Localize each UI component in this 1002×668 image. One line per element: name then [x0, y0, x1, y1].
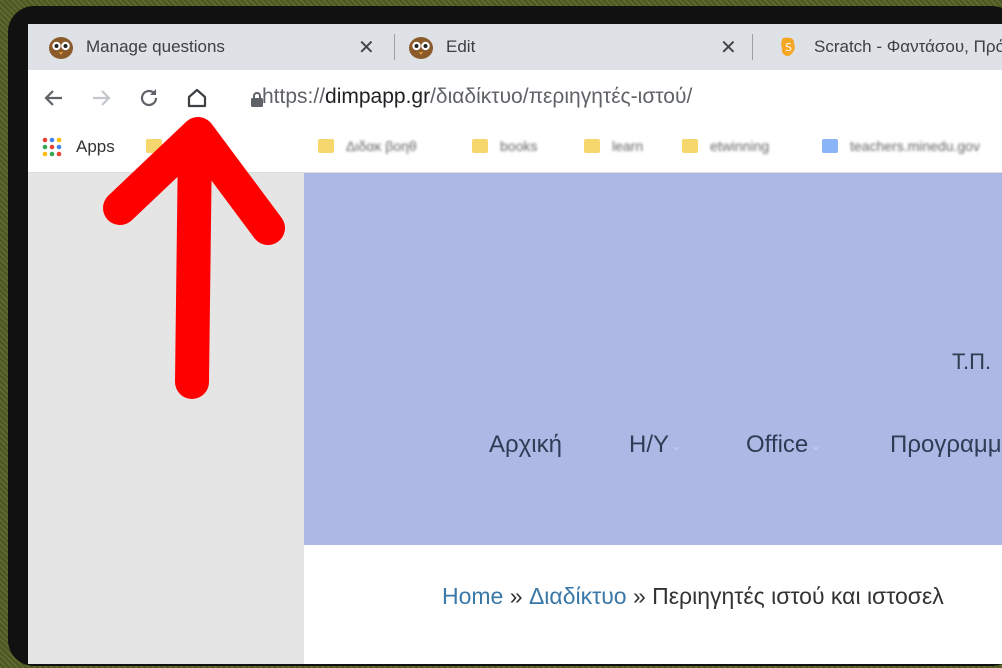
tab-manage-questions[interactable]: Manage questions ✕ [28, 24, 388, 70]
folder-icon [318, 139, 334, 153]
tab-separator [752, 34, 753, 60]
breadcrumb: Home » Διαδίκτυο » Περιηγητές ιστού και … [442, 583, 944, 610]
breadcrumb-section-link[interactable]: Διαδίκτυο [529, 583, 627, 609]
apps-grid-icon [42, 137, 62, 157]
forward-arrow-icon[interactable] [85, 82, 117, 114]
owl-icon [48, 34, 74, 60]
bookmark-label: 2.0 tools [174, 138, 227, 154]
device-frame: Manage questions ✕ Edit ✕ S Scratch - Φα… [8, 6, 1002, 666]
breadcrumb-separator: » [509, 583, 523, 609]
site-icon [822, 139, 838, 153]
tab-strip: Manage questions ✕ Edit ✕ S Scratch - Φα… [28, 24, 1002, 70]
nav-label: Office [746, 431, 809, 458]
bookmark-label: etwinning [710, 138, 770, 154]
folder-icon [472, 139, 488, 153]
page-content: Τ.Π. Αρχική Η/Υ ⌄ Office ⌄ Προγραμμ Home »… [28, 173, 1002, 664]
bookmark-folder[interactable]: Διδακ βοηθ [318, 138, 417, 154]
nav-item-programming[interactable]: Προγραμμ [890, 431, 1002, 459]
home-icon[interactable] [181, 82, 213, 114]
tab-title: Manage questions [86, 37, 225, 56]
bookmark-folder[interactable]: learn [584, 138, 643, 154]
folder-icon [584, 139, 600, 153]
folder-icon [146, 139, 162, 153]
tab-title: Edit [446, 37, 476, 56]
bookmark-label: Διδακ βοηθ [346, 138, 417, 154]
owl-icon [408, 34, 434, 60]
browser-window: Manage questions ✕ Edit ✕ S Scratch - Φα… [28, 24, 1002, 664]
chevron-down-icon: ⌄ [810, 437, 822, 453]
bookmark-folder[interactable]: 2.0 tools [146, 138, 227, 154]
breadcrumb-home-link[interactable]: Home [442, 583, 503, 609]
back-arrow-icon[interactable] [38, 82, 70, 114]
breadcrumb-current: Περιηγητές ιστού και ιστοσελ [652, 583, 944, 609]
tab-close-icon[interactable]: ✕ [358, 35, 375, 59]
left-sidebar [28, 173, 304, 664]
nav-item-home[interactable]: Αρχική [489, 431, 562, 459]
site-title: Τ.Π. [952, 349, 992, 374]
breadcrumb-separator: » [632, 583, 646, 609]
nav-label: Η/Υ [629, 431, 670, 458]
bookmark-label: teachers.minedu.gov [850, 138, 980, 154]
svg-text:S: S [785, 41, 792, 54]
address-bar[interactable]: https://dimpapp.gr/διαδίκτυο/περιηγητές-… [262, 85, 692, 109]
bookmark-apps[interactable]: Apps [42, 137, 115, 157]
browser-toolbar: https://dimpapp.gr/διαδίκτυο/περιηγητές-… [28, 70, 1002, 126]
url-path: /διαδίκτυο/περιηγητές-ιστού/ [430, 85, 693, 108]
site-header: Τ.Π. Αρχική Η/Υ ⌄ Office ⌄ Προγραμμ [304, 173, 1002, 545]
bookmark-folder[interactable]: books [472, 138, 537, 154]
chevron-down-icon: ⌄ [671, 437, 682, 453]
tab-edit[interactable]: Edit ✕ [388, 24, 758, 70]
url-host: dimpapp.gr [325, 85, 431, 108]
nav-label: Αρχική [489, 431, 562, 458]
bookmark-label: books [500, 138, 538, 154]
nav-item-office[interactable]: Office ⌄ [746, 431, 821, 459]
nav-item-computer[interactable]: Η/Υ ⌄ [629, 431, 682, 459]
bookmark-label: learn [612, 138, 644, 154]
url-scheme: https:// [262, 85, 326, 108]
reload-icon[interactable] [133, 82, 165, 114]
bookmark-site[interactable]: teachers.minedu.gov [822, 138, 980, 154]
tab-close-icon[interactable]: ✕ [720, 35, 737, 59]
bookmark-folder[interactable]: etwinning [682, 138, 769, 154]
bookmarks-bar: Apps 2.0 tools Διδακ βοηθ books learn et… [28, 126, 1002, 173]
scratch-icon: S [776, 34, 802, 60]
nav-label: Προγραμμ [890, 431, 1002, 458]
folder-icon [682, 139, 698, 153]
bookmark-label: Apps [76, 137, 115, 156]
tab-scratch[interactable]: S Scratch - Φαντάσου, Πρό [758, 24, 1002, 70]
tab-title: Scratch - Φαντάσου, Πρό [814, 37, 1002, 56]
